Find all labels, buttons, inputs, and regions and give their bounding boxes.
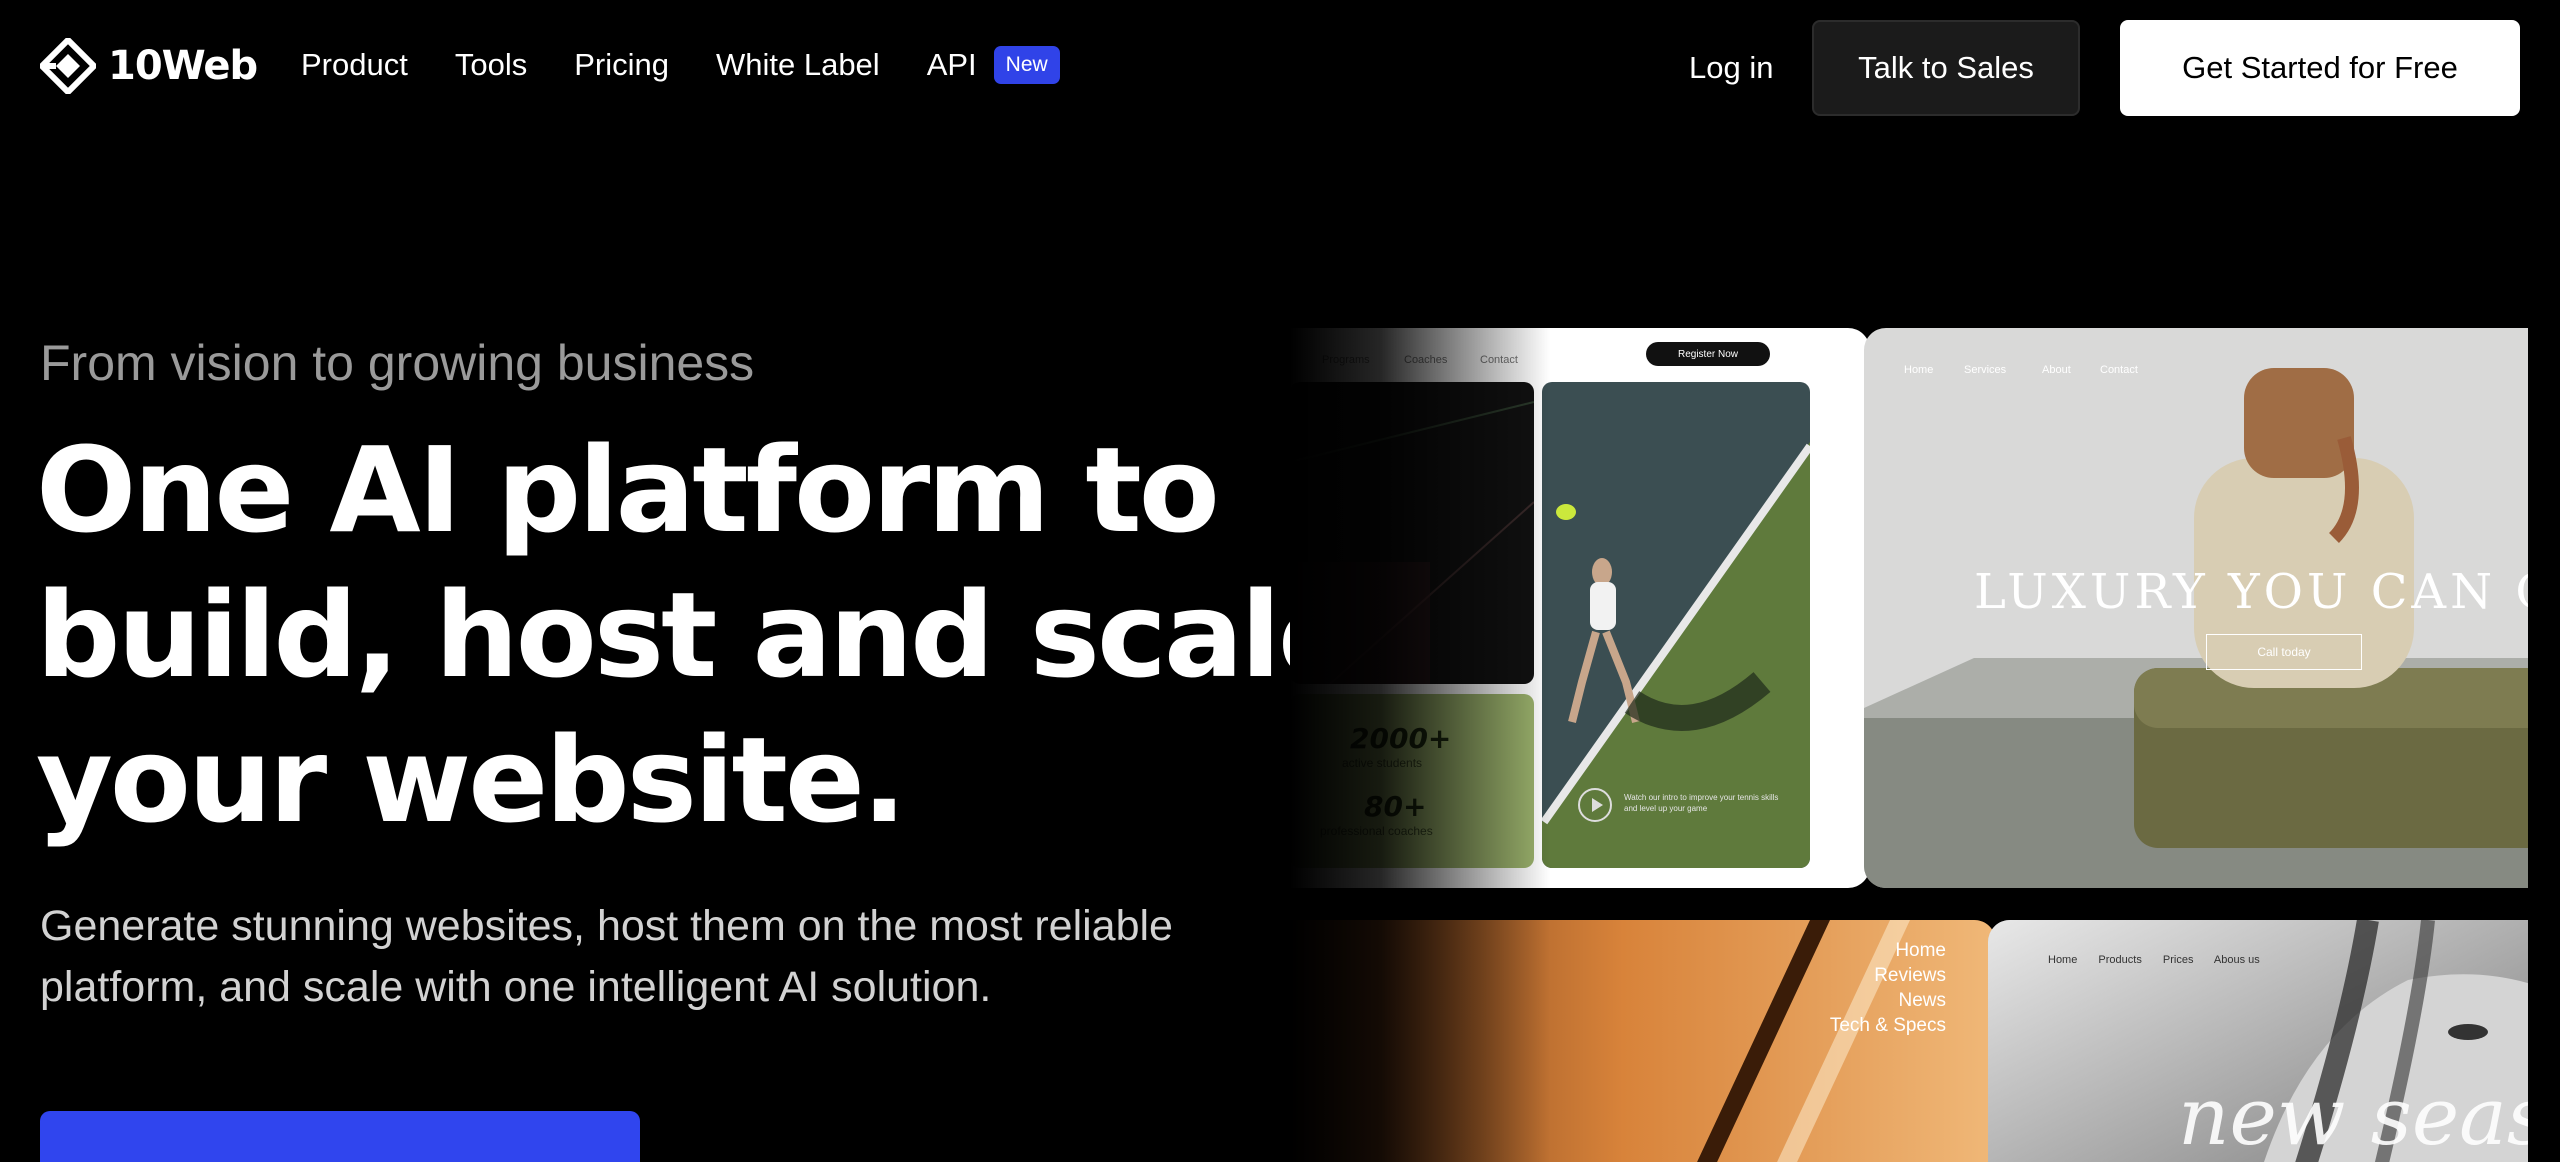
- fashion-nav: Home Products Prices Abous us: [2048, 954, 2278, 966]
- stat-coaches-label: professional coaches: [1320, 824, 1433, 838]
- tennis-nav: Programs Coaches Contact: [1290, 346, 1870, 376]
- luxury-template-card: Home Services About Contact LUXURY YOU C…: [1864, 328, 2528, 888]
- logo-diamond-icon: [40, 38, 96, 94]
- orange-nav-reviews: Reviews: [1874, 965, 1946, 986]
- stat-coaches-value: 80+: [1364, 790, 1427, 823]
- stat-students-value: 2000+: [1350, 722, 1452, 755]
- main-menu: Product Tools Pricing White Label API Ne…: [301, 46, 1060, 84]
- hero-title-line-1: One AI platform to: [36, 421, 1220, 559]
- luxury-nav-contact: Contact: [2100, 364, 2138, 376]
- orange-nav-tech-specs: Tech & Specs: [1829, 1015, 1946, 1036]
- tennis-player-image: Watch our intro to improve your tennis s…: [1542, 382, 1810, 868]
- orange-template-card: Home Reviews News Tech & Specs: [1290, 920, 1996, 1162]
- tennis-court-dark-image: [1290, 382, 1534, 684]
- hero-title-line-3: your website.: [36, 711, 907, 849]
- luxury-headline: LUXURY YOU CAN CAR: [1974, 564, 2528, 620]
- brand-name: 10Web: [108, 43, 258, 89]
- new-badge: New: [993, 46, 1060, 84]
- nav-white-label[interactable]: White Label: [716, 47, 880, 83]
- brand-logo[interactable]: 10Web: [40, 38, 258, 94]
- orange-nav: Home Reviews News Tech & Specs: [1830, 938, 1946, 1038]
- luxury-nav-home: Home: [1904, 364, 1934, 376]
- fashion-nav-about: Abous us: [2213, 954, 2260, 966]
- tennis-nav-coaches: Coaches: [1404, 354, 1448, 366]
- hero-eyebrow: From vision to growing business: [40, 335, 755, 391]
- hero-title-line-2: build, host and scale: [36, 566, 1358, 704]
- nav-tools[interactable]: Tools: [455, 47, 527, 83]
- fashion-nav-home: Home: [2048, 954, 2078, 966]
- luxury-call-button: Call today: [2206, 634, 2362, 670]
- hero-subtitle: Generate stunning websites, host them on…: [40, 902, 1173, 1011]
- tennis-video-caption: Watch our intro to improve your tennis s…: [1624, 793, 1779, 813]
- website-showcase: Programs Coaches Contact Register Now 20…: [1290, 326, 2528, 1162]
- login-link[interactable]: Log in: [1689, 50, 1773, 86]
- nav-product[interactable]: Product: [301, 47, 408, 83]
- stat-students-label: active students: [1342, 756, 1423, 770]
- tennis-nav-contact: Contact: [1480, 354, 1518, 366]
- fashion-nav-prices: Prices: [2162, 954, 2194, 966]
- hero-cta-button[interactable]: [40, 1111, 640, 1162]
- nav-api[interactable]: API: [927, 47, 977, 83]
- fashion-headline: new seas: [2178, 1070, 2528, 1162]
- luxury-nav-about: About: [2042, 364, 2071, 376]
- luxury-nav-services: Services: [1964, 364, 2007, 376]
- tennis-template-card: Programs Coaches Contact Register Now 20…: [1290, 328, 1870, 888]
- fashion-nav-products: Products: [2098, 954, 2142, 966]
- top-nav: 10Web Product Tools Pricing White Label …: [0, 0, 2560, 136]
- tennis-stats-panel: 2000+ active students 80+ professional c…: [1290, 694, 1534, 868]
- play-icon: [1578, 788, 1612, 822]
- orange-nav-news: News: [1898, 990, 1946, 1011]
- get-started-button[interactable]: Get Started for Free: [2120, 20, 2520, 116]
- talk-to-sales-button[interactable]: Talk to Sales: [1812, 20, 2080, 116]
- fashion-template-card: Home Products Prices Abous us new seas: [1988, 920, 2528, 1162]
- nav-pricing[interactable]: Pricing: [574, 47, 669, 83]
- tennis-nav-programs: Programs: [1322, 354, 1370, 366]
- court-lines-graphic: [1290, 401, 1534, 684]
- hero-title: One AI platform to build, host and scale…: [36, 418, 1358, 853]
- orange-nav-home: Home: [1895, 940, 1946, 961]
- tennis-register-button: Register Now: [1646, 342, 1770, 366]
